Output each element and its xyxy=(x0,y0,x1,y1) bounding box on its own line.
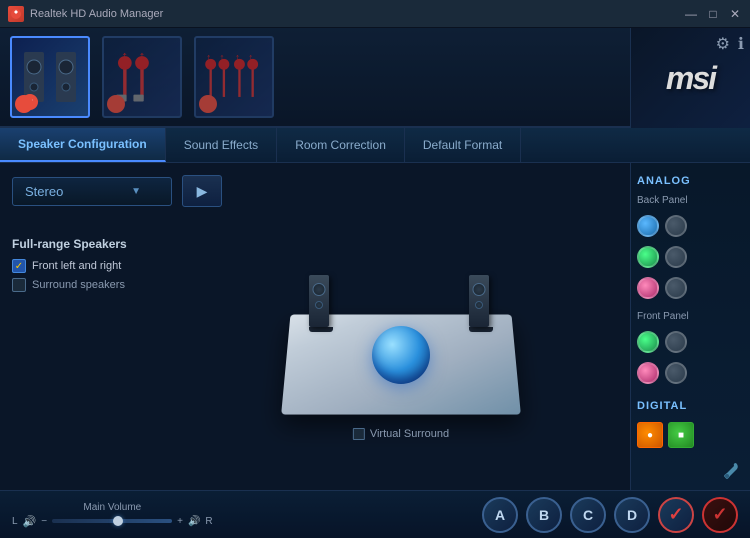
volume-label: Main Volume xyxy=(83,502,141,513)
speaker-mode-dropdown[interactable]: Stereo ▼ xyxy=(12,177,172,206)
full-range-section: Full-range Speakers ✓ Front left and rig… xyxy=(12,237,172,482)
right-panel: ANALOG Back Panel Front Panel DIGITAL xyxy=(630,163,750,490)
volume-row: L 🔊 − + 🔊 R xyxy=(12,515,213,528)
button-check-2[interactable]: ✓ xyxy=(702,497,738,533)
virtual-surround-checkbox-row: Virtual Surround xyxy=(353,428,449,440)
play-test-button[interactable]: ▶ xyxy=(182,175,222,207)
volume-section: Main Volume L 🔊 − + 🔊 R xyxy=(12,502,213,528)
jack-back-pink-active[interactable] xyxy=(637,277,659,299)
speaker-left[interactable] xyxy=(309,275,333,332)
svg-text:↑: ↑ xyxy=(248,52,253,64)
jack-front-green-active[interactable] xyxy=(637,331,659,353)
jack-back-blue-inactive[interactable] xyxy=(665,215,687,237)
volume-slider[interactable] xyxy=(52,519,172,523)
tab-room-correction[interactable]: Room Correction xyxy=(277,128,405,162)
digital-label: DIGITAL xyxy=(637,400,744,412)
button-b[interactable]: B xyxy=(526,497,562,533)
jack-front-pink-active[interactable] xyxy=(637,362,659,384)
front-lr-checkbox[interactable]: ✓ xyxy=(12,259,26,273)
digital-coaxial-icon[interactable]: ● xyxy=(637,422,663,448)
full-range-title: Full-range Speakers xyxy=(12,237,172,251)
minimize-button[interactable]: — xyxy=(684,7,698,21)
jack-front-green-inactive[interactable] xyxy=(665,331,687,353)
title-bar: Realtek HD Audio Manager — □ ✕ xyxy=(0,0,750,28)
back-panel-jacks-2 xyxy=(637,246,744,268)
button-a[interactable]: A xyxy=(482,497,518,533)
tabs-bar: Speaker Configuration Sound Effects Room… xyxy=(0,128,750,163)
jack-back-green-active[interactable] xyxy=(637,246,659,268)
volume-minus[interactable]: − xyxy=(41,516,47,527)
maximize-button[interactable]: □ xyxy=(706,7,720,21)
speaker-type-2ch[interactable]: ↑ ↑ xyxy=(102,36,182,118)
jack-back-pink-inactive[interactable] xyxy=(665,277,687,299)
app-icon xyxy=(8,6,24,22)
button-c[interactable]: C xyxy=(570,497,606,533)
svg-text:↑: ↑ xyxy=(121,48,128,63)
tab-default-format[interactable]: Default Format xyxy=(405,128,521,162)
volume-plus[interactable]: + xyxy=(177,516,183,527)
svg-text:✓: ✓ xyxy=(26,98,34,109)
window-controls: — □ ✕ xyxy=(684,7,742,21)
speaker-type-stereo[interactable]: ✓ xyxy=(10,36,90,118)
digital-icons-row: ● ■ xyxy=(637,422,744,448)
speaker-stage: Virtual Surround xyxy=(182,227,620,482)
analog-label: ANALOG xyxy=(637,175,744,187)
surround-checkbox[interactable] xyxy=(12,278,26,292)
window-title: Realtek HD Audio Manager xyxy=(30,8,684,20)
jack-back-green-inactive[interactable] xyxy=(665,246,687,268)
tab-speaker-configuration[interactable]: Speaker Configuration xyxy=(0,128,166,162)
blue-sphere xyxy=(372,326,430,384)
front-panel-jacks xyxy=(637,331,744,353)
speaker-right[interactable] xyxy=(469,275,493,332)
front-panel-label: Front Panel xyxy=(637,311,744,322)
svg-text:↑: ↑ xyxy=(139,48,146,63)
settings-icon[interactable]: ⚙ xyxy=(716,34,730,54)
jack-front-pink-inactive[interactable] xyxy=(665,362,687,384)
digital-optical-icon[interactable]: ■ xyxy=(668,422,694,448)
bottom-buttons: A B C D ✓ ✓ xyxy=(482,497,738,533)
front-panel-jacks-2 xyxy=(637,362,744,384)
msi-logo-area: ⚙ ℹ msi xyxy=(630,28,750,128)
surround-checkbox-row: Surround speakers xyxy=(12,278,172,292)
back-panel-label: Back Panel xyxy=(637,195,744,206)
svg-text:↑: ↑ xyxy=(206,52,211,64)
wrench-button[interactable] xyxy=(722,461,742,484)
tab-sound-effects[interactable]: Sound Effects xyxy=(166,128,278,162)
volume-thumb xyxy=(113,516,123,526)
dropdown-arrow-icon: ▼ xyxy=(131,186,141,197)
svg-text:↑: ↑ xyxy=(235,52,240,64)
info-icon[interactable]: ℹ xyxy=(738,34,744,54)
back-panel-jacks-3 xyxy=(637,277,744,299)
virtual-surround-checkbox[interactable] xyxy=(353,428,365,440)
volume-speaker-icon: 🔊 xyxy=(188,516,200,527)
front-lr-checkbox-row: ✓ Front left and right xyxy=(12,259,172,273)
speaker-config-controls: Stereo ▼ ▶ xyxy=(12,175,620,207)
bottom-bar: Main Volume L 🔊 − + 🔊 R A B C D ✓ ✓ xyxy=(0,490,750,538)
speaker-icon: 🔊 xyxy=(23,515,37,528)
header-area: ✓ ↑ ↑ ↑ ↑ ↑ ↑ xyxy=(0,28,750,128)
button-d[interactable]: D xyxy=(614,497,650,533)
jack-back-blue-active[interactable] xyxy=(637,215,659,237)
close-button[interactable]: ✕ xyxy=(728,7,742,21)
main-panel: Stereo ▼ ▶ Full-range Speakers ✓ Front l… xyxy=(0,163,630,490)
msi-logo-text: msi xyxy=(666,60,715,97)
back-panel-jacks xyxy=(637,215,744,237)
svg-text:↑: ↑ xyxy=(219,52,224,64)
speaker-type-4ch[interactable]: ↑ ↑ ↑ ↑ xyxy=(194,36,274,118)
button-check-1[interactable]: ✓ xyxy=(658,497,694,533)
